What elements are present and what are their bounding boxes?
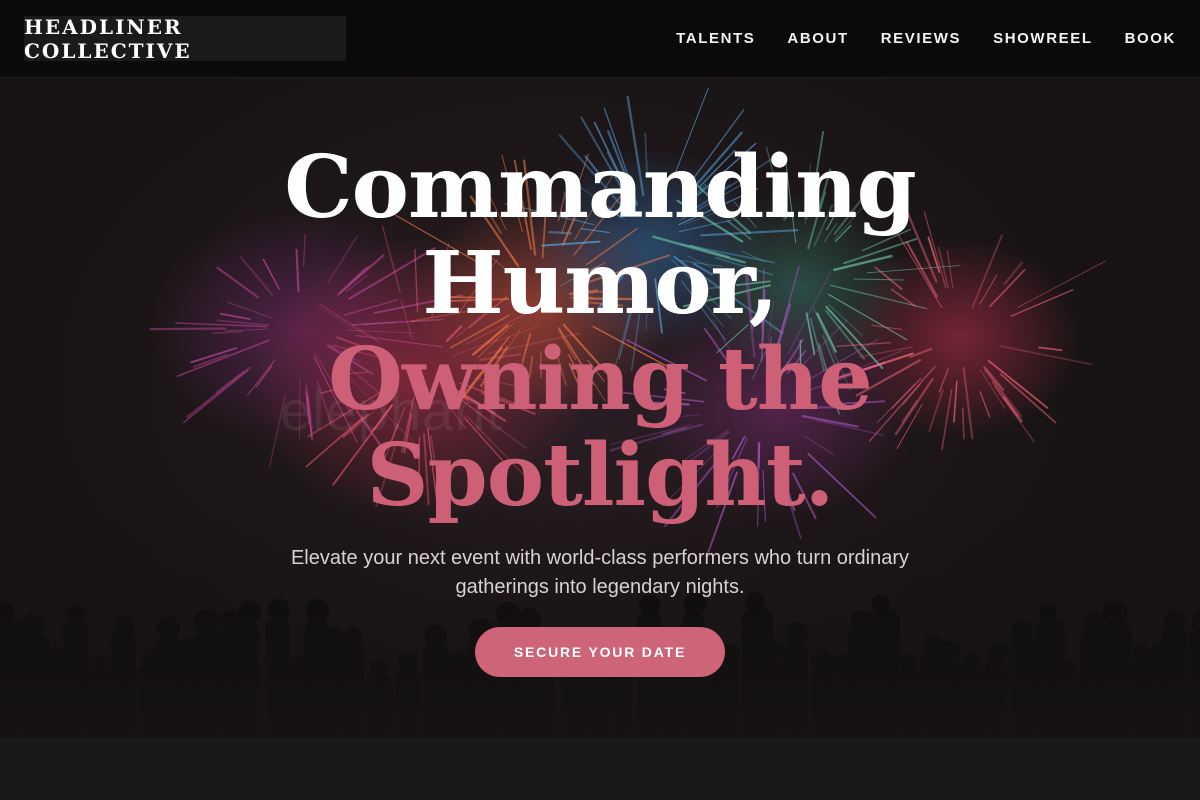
nav-book[interactable]: BOOK <box>1125 30 1176 47</box>
brand-logo[interactable]: HEADLINER COLLECTIVE <box>24 15 346 63</box>
secure-date-button[interactable]: SECURE YOUR DATE <box>475 627 725 677</box>
nav-about[interactable]: ABOUT <box>787 30 848 47</box>
main-nav: TALENTS ABOUT REVIEWS SHOWREEL BOOK <box>676 0 1176 77</box>
nav-talents[interactable]: TALENTS <box>676 30 755 47</box>
headline-accent-line-2: Spotlight. <box>366 425 835 526</box>
hero-subtext: Elevate your next event with world-class… <box>290 547 910 598</box>
section-divider-band <box>0 738 1200 800</box>
hero-headline: Commanding Humor, Owning the Spotlight. <box>0 140 1200 524</box>
site-header: HEADLINER COLLECTIVE TALENTS ABOUT REVIE… <box>0 0 1200 78</box>
headline-line-2: Humor, <box>422 233 778 334</box>
nav-showreel[interactable]: SHOWREEL <box>993 30 1092 47</box>
headline-line-1: Commanding <box>284 137 917 238</box>
headline-accent-line-1: Owning the <box>328 329 873 430</box>
nav-reviews[interactable]: REVIEWS <box>881 30 961 47</box>
